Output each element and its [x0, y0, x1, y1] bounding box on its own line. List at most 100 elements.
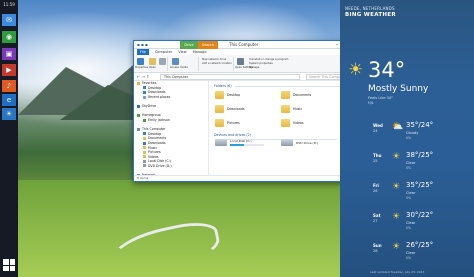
contextual-tab-drive-tools[interactable]: Drive Tools	[180, 41, 198, 55]
properties-label: Properties	[135, 66, 149, 69]
feels-like: Feels Like 34°	[368, 96, 393, 100]
weather-app-pane: NEEDE, NETHERLANDS BING WEATHER ☀ 34° Mo…	[340, 0, 474, 277]
hard-drive-icon	[215, 139, 227, 146]
nav-item-label: Documents	[148, 136, 167, 141]
quick-access-toolbar[interactable]: ▪ ▪ ▪	[137, 42, 148, 47]
rename-button[interactable]	[159, 58, 166, 65]
settings-icon[interactable]	[237, 58, 244, 65]
nav-item-label: Desktop	[148, 85, 162, 90]
chat-icon[interactable]: ✉	[2, 14, 16, 26]
window-title: This Computer	[229, 42, 259, 47]
nav-item-label: Pictures	[148, 150, 161, 155]
forecast-condition: Clear	[406, 191, 416, 195]
windows-logo-icon[interactable]	[3, 259, 15, 271]
address-input[interactable]: This Computer	[160, 74, 300, 80]
open-button[interactable]	[149, 58, 156, 65]
drive-tile[interactable]: Local Disk (C:)	[215, 139, 264, 146]
folders-section-header[interactable]: Folders (6)	[214, 84, 355, 88]
forecast-day[interactable]: Thu 25 38°/25° Clear 0% ☀	[340, 148, 474, 178]
nav-item-label: Homegroup	[142, 113, 161, 118]
folder-tile[interactable]: Pictures	[215, 119, 240, 127]
video-icon[interactable]: ▶	[2, 64, 16, 76]
folder-icon	[137, 104, 140, 108]
file-explorer-window[interactable]: ▪ ▪ ▪ Drive Tools Search Tools This Comp…	[133, 40, 360, 182]
forecast-precip: 0%	[406, 136, 412, 140]
nav-arrows: ← → ↑	[137, 74, 150, 79]
folder-icon	[137, 127, 140, 131]
forecast-date: 25	[373, 159, 378, 163]
ribbon-group-media: Access media	[169, 57, 199, 71]
folder-tile[interactable]: Videos	[281, 119, 304, 127]
forecast-day-name: Fri	[373, 183, 379, 188]
forecast-day[interactable]: Wed 24 35°/24° Cloudy 0% ⛅	[340, 118, 474, 148]
folder-icon	[143, 95, 146, 99]
forecast-precip: 0%	[406, 256, 412, 260]
manage-button[interactable]: Manage	[249, 66, 259, 69]
current-condition: Mostly Sunny	[368, 84, 429, 94]
nav-item-label: SkyDrive	[142, 104, 157, 109]
ribbon: Properties Open Access media Map network…	[134, 55, 359, 73]
sun-icon: ☀	[392, 152, 401, 162]
folder-icon	[281, 91, 290, 99]
nav-item-label: Downloads	[148, 90, 166, 95]
nav-item-label: Recent places	[148, 95, 171, 100]
photos-icon[interactable]: ▣	[2, 48, 16, 60]
up-arrow-icon[interactable]: ↑	[146, 74, 149, 79]
forecast-temps: 35°/25°	[406, 181, 434, 189]
folder-icon	[137, 81, 140, 85]
folder-label: Documents	[293, 93, 312, 97]
forward-arrow-icon[interactable]: →	[142, 74, 145, 79]
forecast-day[interactable]: Sun 28 26°/25° Clear 0% ☀	[340, 238, 474, 268]
nav-item-label: Videos	[148, 154, 159, 159]
explorer-titlebar[interactable]: ▪ ▪ ▪ Drive Tools Search Tools This Comp…	[134, 41, 359, 55]
folder-icon	[143, 86, 146, 90]
folder-icon	[143, 90, 146, 94]
weather-icon[interactable]: ☀	[2, 108, 16, 120]
dvd-drive-icon	[281, 139, 293, 146]
minimize-icon[interactable]: –	[336, 41, 339, 49]
address-bar-row: ← → ↑ This Computer Search This Computer	[134, 73, 359, 81]
system-properties-button[interactable]: System properties	[249, 62, 273, 65]
map-network-drive-button[interactable]: Map network drive	[202, 58, 226, 61]
properties-button[interactable]	[137, 58, 144, 65]
xbox-icon[interactable]: ◉	[2, 31, 16, 43]
folder-icon	[143, 159, 146, 163]
folder-tile[interactable]: Documents	[281, 91, 311, 99]
uninstall-program-button[interactable]: Uninstall or change a program	[249, 58, 288, 61]
access-media-label: Access media	[170, 66, 188, 69]
folder-icon	[143, 141, 146, 145]
back-arrow-icon[interactable]: ←	[137, 74, 140, 79]
folder-tile[interactable]: Downloads	[215, 105, 245, 113]
forecast-date: 24	[373, 129, 378, 133]
music-icon[interactable]: ♪	[2, 80, 16, 92]
folder-icon	[215, 105, 224, 113]
drive-label: Local Disk (C:)	[230, 139, 252, 143]
folder-tile[interactable]: Desktop	[215, 91, 240, 99]
drive-tile[interactable]: DVD Drive (D:)	[281, 139, 318, 146]
folder-icon	[143, 150, 146, 154]
forecast-day[interactable]: Fri 26 35°/25° Clear 0% ☀	[340, 178, 474, 208]
weather-location[interactable]: NEEDE, NETHERLANDS	[345, 6, 395, 11]
folder-icon	[143, 155, 146, 159]
folder-icon	[143, 136, 146, 140]
ie-icon[interactable]: e	[2, 94, 16, 106]
nav-item-label: Favorites	[142, 81, 157, 86]
access-media-button[interactable]	[172, 58, 179, 65]
sun-icon: ☀	[348, 60, 364, 80]
add-network-location-button[interactable]: Add a network location	[202, 62, 232, 65]
folder-label: Downloads	[227, 107, 245, 111]
sun-icon: ☀	[392, 182, 401, 192]
forecast-date: 27	[373, 219, 378, 223]
open-label: Open	[149, 66, 156, 69]
forecast-condition: Clear	[406, 251, 416, 255]
nav-item-label: This Computer	[142, 127, 166, 132]
app-switcher-rail: 11:59 ✉ ◉ ▣ ▶ ♪ e ☀	[0, 0, 18, 277]
forecast-date: 26	[373, 189, 378, 193]
ribbon-group-location: Properties Open	[134, 57, 168, 71]
folder-tile[interactable]: Music	[281, 105, 302, 113]
folder-icon	[143, 118, 146, 122]
forecast-day[interactable]: Sat 27 30°/22° Clear 0% ☀	[340, 208, 474, 238]
contextual-tab-search-tools[interactable]: Search Tools	[198, 41, 218, 55]
folders-header-label: Folders (6)	[214, 84, 232, 88]
nav-item-label: Music	[148, 145, 158, 150]
